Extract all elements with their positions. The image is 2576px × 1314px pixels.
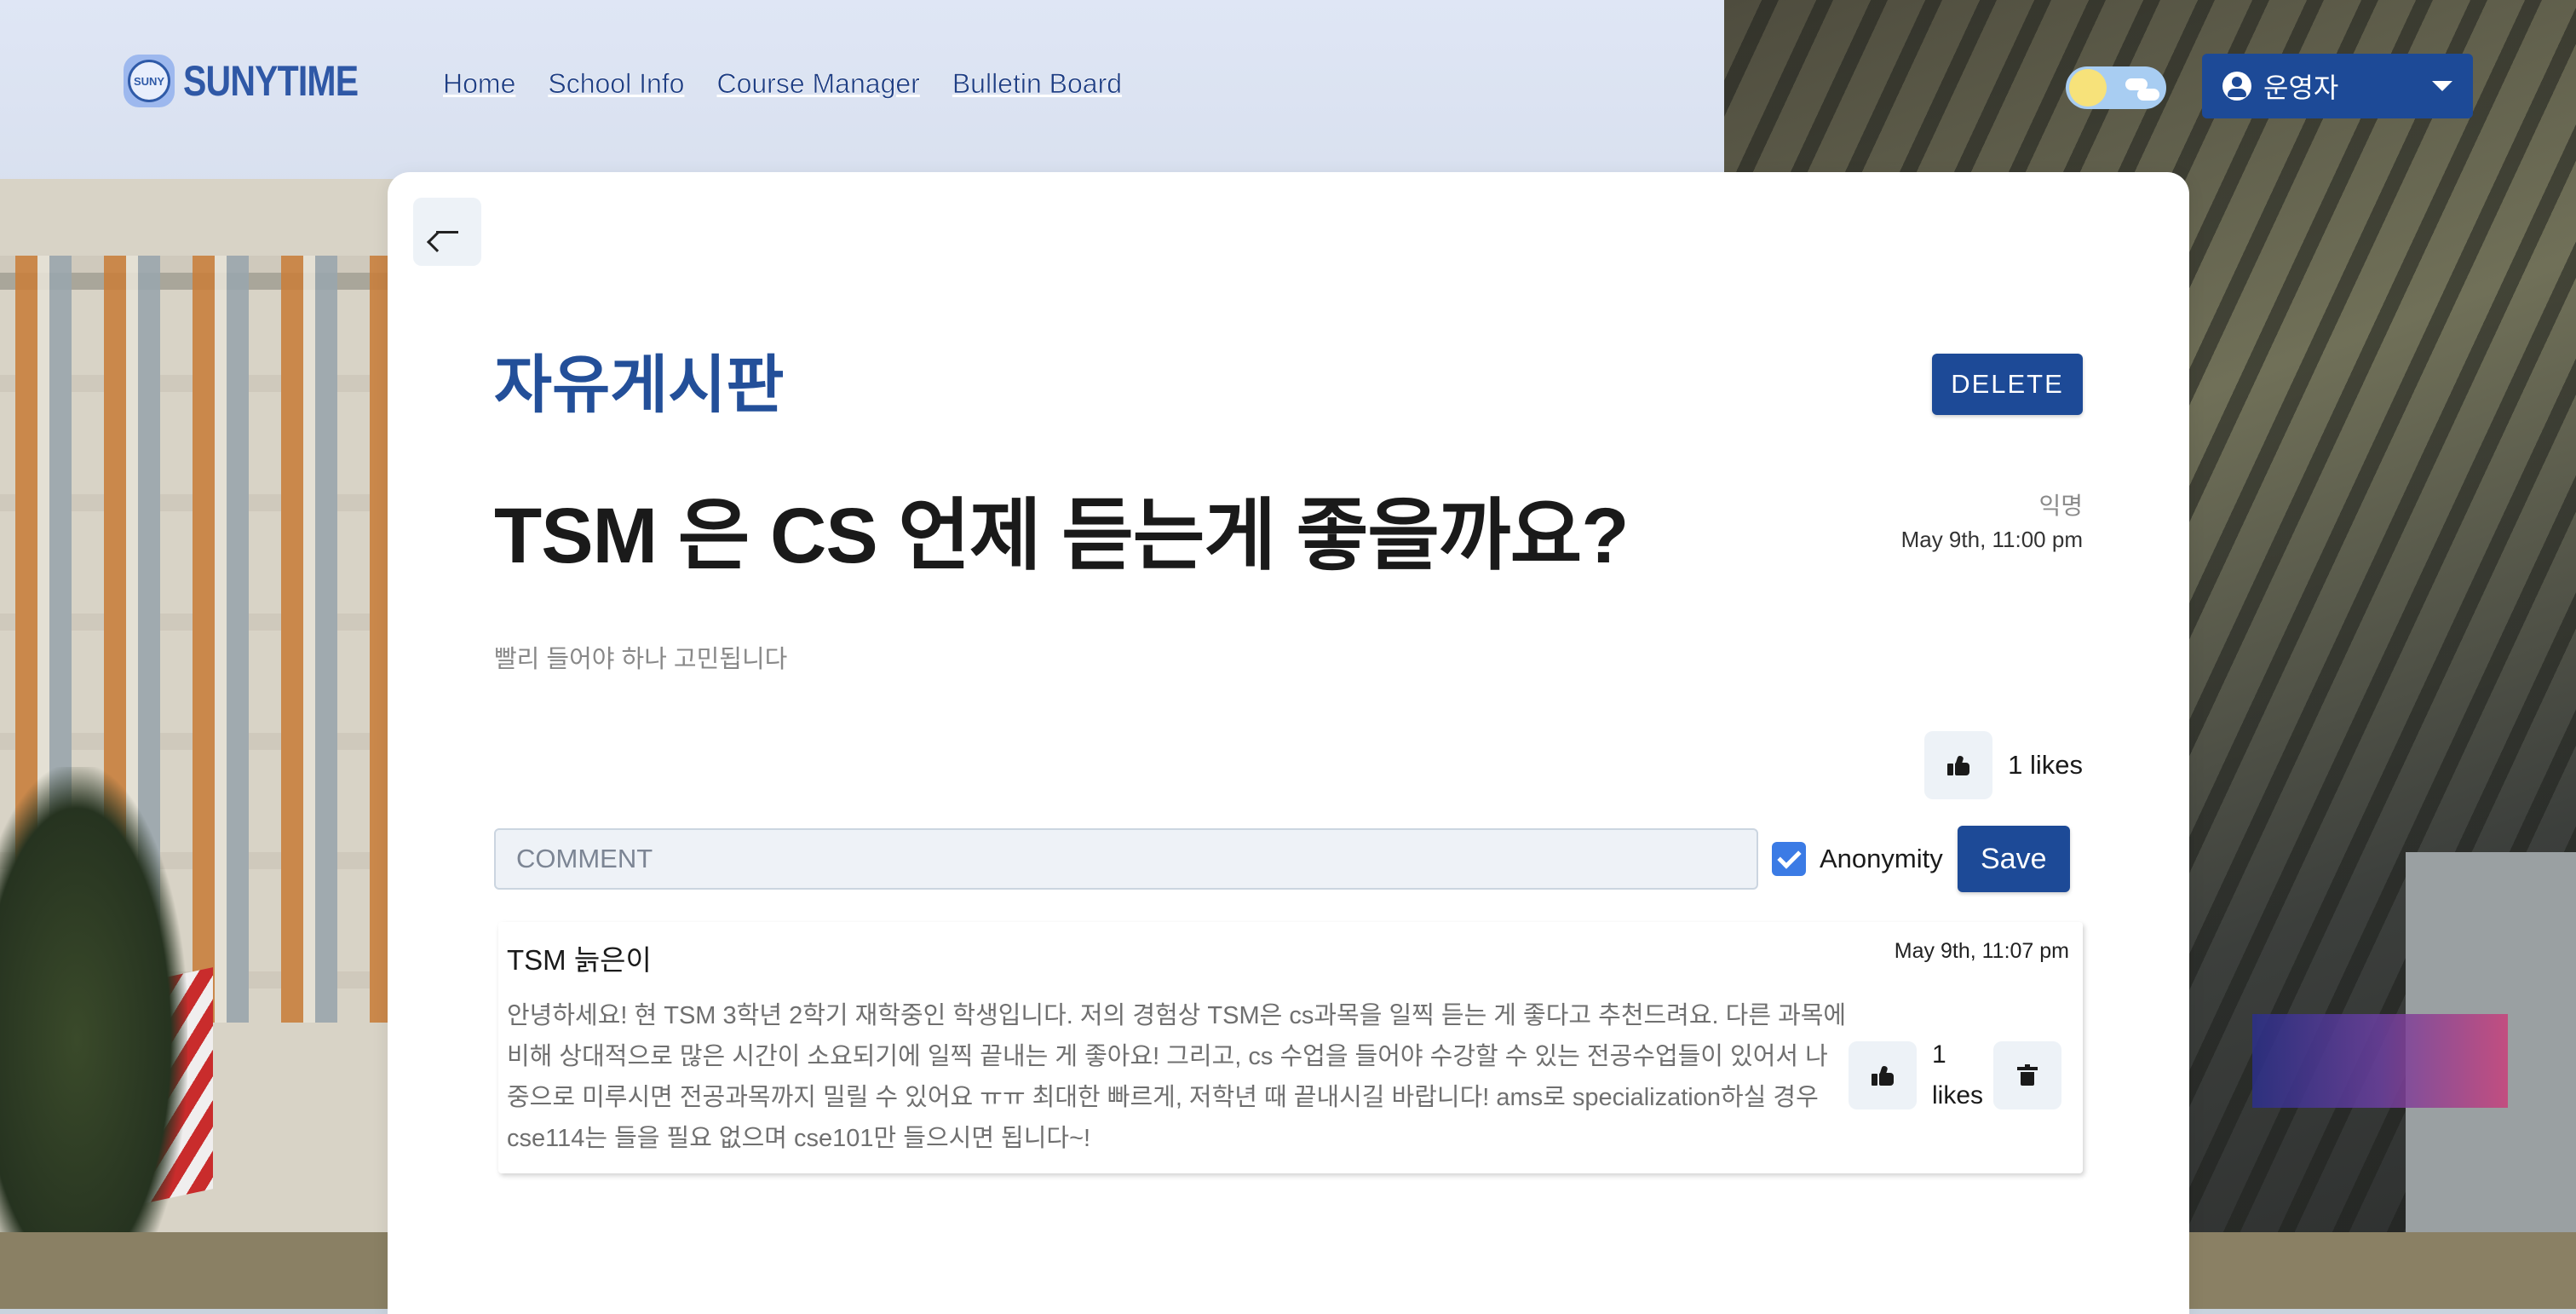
thumbs-up-icon [1872,1065,1894,1086]
main-nav: Home School Info Course Manager Bulletin… [443,68,1123,100]
post-date: May 9th, 11:00 pm [1900,527,2083,552]
save-comment-button[interactable]: Save [1957,826,2070,892]
logo-badge-text: SUNY [128,60,170,102]
post-card: 자유게시판 DELETE TSM 은 CS 언제 듣는게 좋을까요? 익명 Ma… [388,172,2189,1314]
comment-text: 안녕하세요! 현 TSM 3학년 2학기 재학중인 학생입니다. 저의 경험상 … [507,1002,1847,1152]
anonymity-option[interactable]: Anonymity [1772,842,1943,876]
comment-form: Anonymity Save [494,826,2083,892]
comment-like-count: 1 likes [1932,1040,1984,1109]
comment-delete-button[interactable] [1993,1041,2061,1109]
comment-actions: 1 likes [1849,1034,2061,1116]
comment-author: TSM 늙은이 [507,944,652,976]
site-logo[interactable]: SUNY SUNYTIME [124,55,396,107]
thumbs-up-icon [1947,755,1970,775]
user-menu-button[interactable]: 운영자 [2202,54,2473,118]
logo-text: SUNYTIME [183,57,359,105]
back-button[interactable] [413,198,481,266]
arrow-left-icon [436,230,458,233]
anonymity-checkbox[interactable] [1772,842,1806,876]
nav-course-manager[interactable]: Course Manager [716,68,920,100]
user-name: 운영자 [2263,72,2339,103]
chevron-down-icon [2432,81,2452,91]
post-like-button[interactable] [1924,731,1993,799]
cloud-icon-2 [2137,89,2159,101]
post-like-count: 1 likes [2008,750,2083,780]
comment-date: May 9th, 11:07 pm [1894,939,2069,963]
post-title: TSM 은 CS 언제 듣는게 좋을까요? [494,493,1629,579]
anonymity-label: Anonymity [1820,844,1943,873]
board-title: 자유게시판 [494,349,785,420]
delete-button[interactable]: DELETE [1932,354,2083,415]
post-like-row: 1 likes [1924,731,2083,799]
trash-icon [2017,1064,2038,1086]
post-author: 익명 [2038,493,2083,519]
user-avatar-icon [2222,72,2251,101]
nav-bulletin-board[interactable]: Bulletin Board [952,68,1123,100]
theme-toggle[interactable] [2066,66,2166,109]
sun-icon [2069,69,2107,107]
nav-home[interactable]: Home [443,68,516,100]
post-body: 빨리 들어야 하나 고민됩니다 [494,646,788,673]
comment-item: TSM 늙은이 May 9th, 11:07 pm 안녕하세요! 현 TSM 3… [498,922,2083,1173]
comment-like-button[interactable] [1849,1041,1917,1109]
comment-input[interactable] [494,828,1758,890]
nav-school-info[interactable]: School Info [548,68,685,100]
alarm-clock-logo-icon: SUNY [124,55,175,107]
